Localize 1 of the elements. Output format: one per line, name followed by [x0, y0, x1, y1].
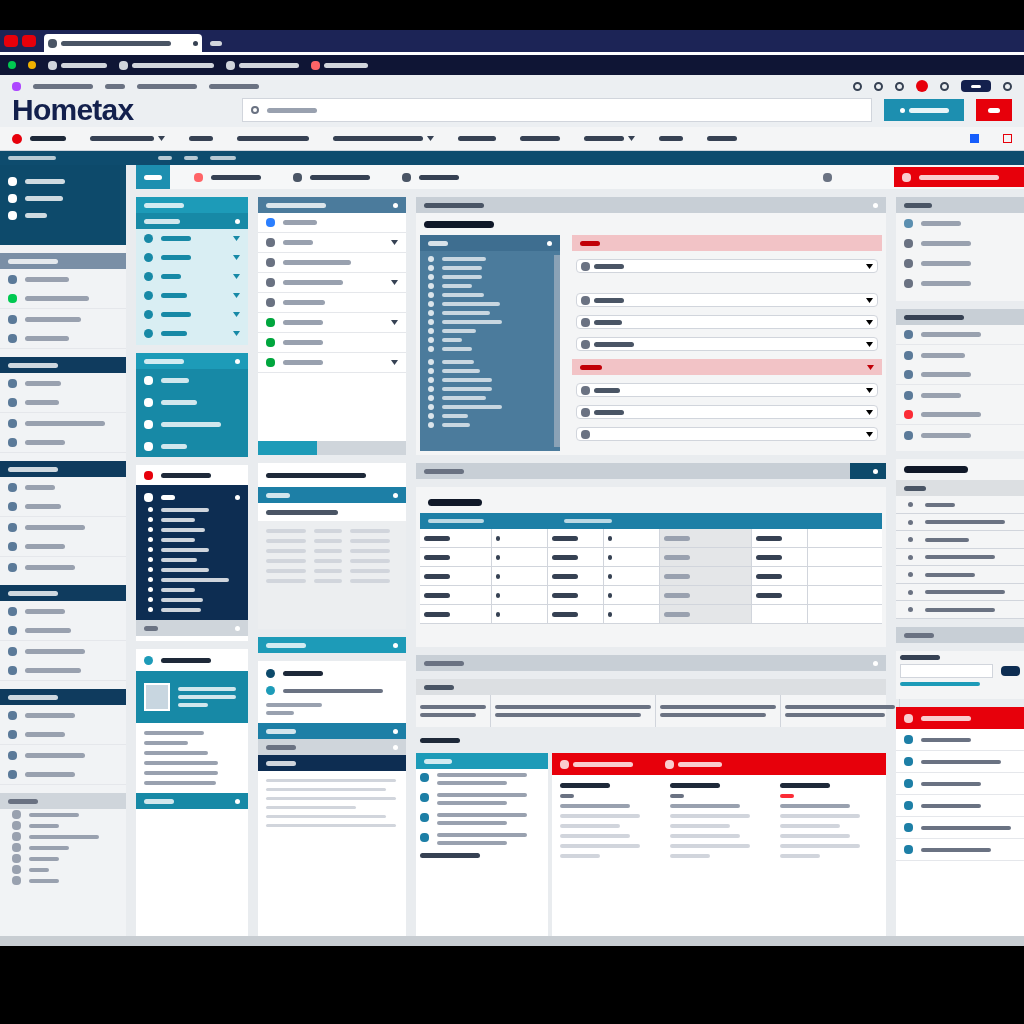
logo[interactable]: Hometax [12, 95, 230, 125]
